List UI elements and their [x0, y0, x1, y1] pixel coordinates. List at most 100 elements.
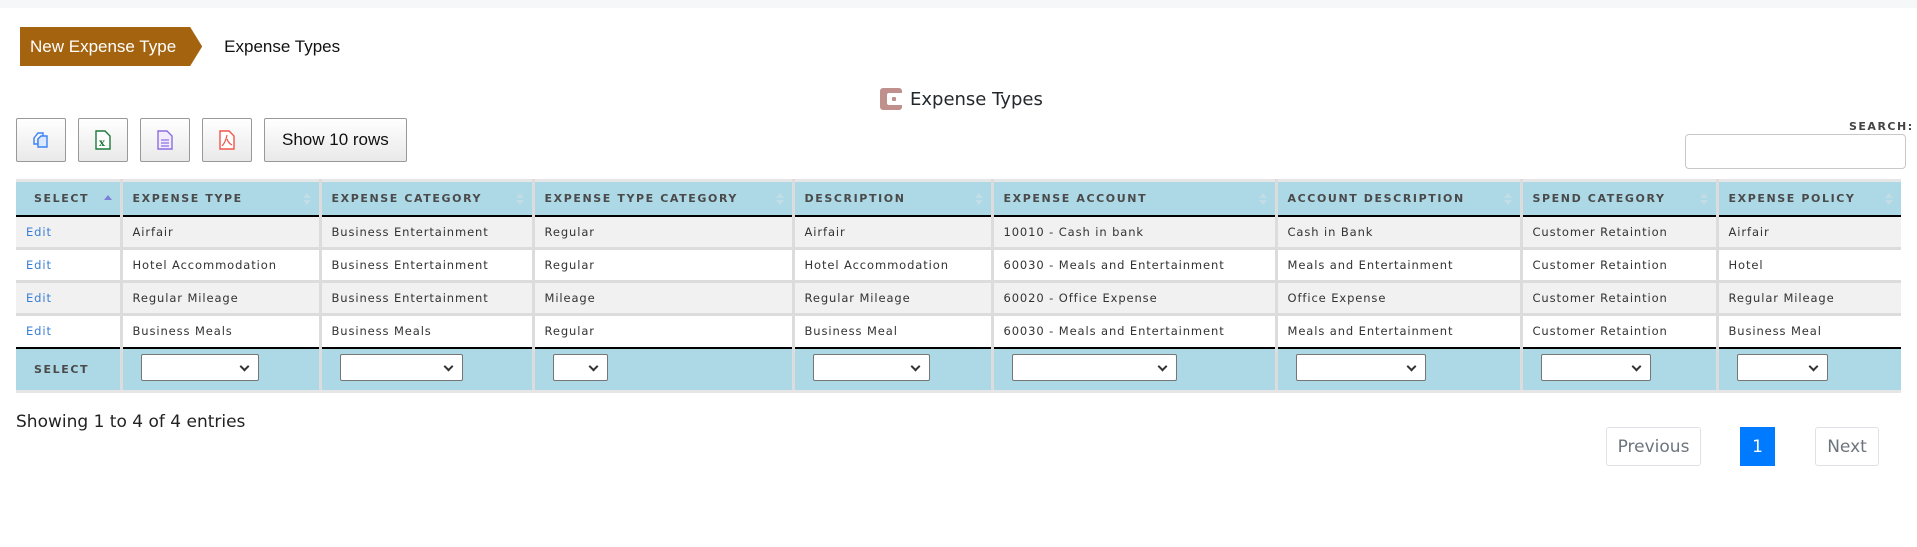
- column-header-spend-category[interactable]: SPEND CATEGORY: [1521, 180, 1719, 217]
- column-filter-select[interactable]: [812, 353, 930, 381]
- column-header-label: EXPENSE TYPE CATEGORY: [544, 191, 738, 205]
- table-cell: Hotel: [1717, 248, 1901, 283]
- top-strip: [0, 0, 1917, 8]
- filter-row: SELECT: [16, 347, 1901, 393]
- table-cell: 10010 - Cash in bank: [992, 215, 1278, 250]
- pdf-button[interactable]: [202, 118, 252, 162]
- column-header-label: EXPENSE ACCOUNT: [1003, 191, 1148, 205]
- table-cell: 60020 - Office Expense: [992, 281, 1278, 316]
- column-header-label: ACCOUNT DESCRIPTION: [1287, 191, 1465, 205]
- table-cell: Regular: [533, 248, 795, 283]
- search-label: SEARCH:: [1849, 120, 1914, 133]
- document-icon: [157, 130, 173, 150]
- sort-ascending-icon: [103, 193, 112, 207]
- column-header-label: EXPENSE TYPE: [132, 191, 243, 205]
- previous-page-button[interactable]: Previous: [1606, 427, 1701, 466]
- action-cell: Edit: [16, 248, 123, 283]
- show-rows-button[interactable]: Show 10 rows: [264, 118, 407, 162]
- sort-icon: [1699, 193, 1708, 207]
- edit-link[interactable]: Edit: [26, 225, 52, 239]
- action-cell: Edit: [16, 314, 123, 349]
- sort-icon: [1503, 193, 1512, 207]
- column-header-expense-policy[interactable]: EXPENSE POLICY: [1717, 180, 1901, 217]
- expense-types-table: SELECT EXPENSE TYPE EXPENSE CATEGORY EXPENS…: [16, 179, 1901, 393]
- wallet-icon: [880, 88, 902, 110]
- table-cell: Meals and Entertainment: [1276, 314, 1523, 349]
- column-filter-select[interactable]: [1295, 353, 1426, 381]
- column-header-label: SELECT: [34, 191, 90, 205]
- table-cell: 60030 - Meals and Entertainment: [992, 248, 1278, 283]
- edit-link[interactable]: Edit: [26, 291, 52, 305]
- column-header-label: SPEND CATEGORY: [1532, 191, 1666, 205]
- table-cell: Business Meal: [793, 314, 994, 349]
- edit-link[interactable]: Edit: [26, 324, 52, 338]
- filter-cell: [1717, 347, 1901, 393]
- table-cell: Airfair: [793, 215, 994, 250]
- table-cell: Business Meals: [121, 314, 322, 349]
- filter-cell: [793, 347, 994, 393]
- column-filter-select[interactable]: [552, 353, 608, 381]
- column-header-label: DESCRIPTION: [804, 191, 906, 205]
- column-header-expense-type[interactable]: EXPENSE TYPE: [121, 180, 322, 217]
- filter-cell: [121, 347, 322, 393]
- table-cell: Meals and Entertainment: [1276, 248, 1523, 283]
- column-filter-select[interactable]: [1736, 353, 1828, 381]
- table-row: Edit Business Meals Business Meals Regular B…: [16, 314, 1901, 349]
- table-cell: Hotel Accommodation: [793, 248, 994, 283]
- column-filter-select[interactable]: [1540, 353, 1651, 381]
- table-cell: Airfair: [1717, 215, 1901, 250]
- filter-row-label: SELECT: [16, 347, 123, 393]
- table-cell: Customer Retaintion: [1521, 248, 1719, 283]
- csv-button[interactable]: [140, 118, 190, 162]
- table-cell: Customer Retaintion: [1521, 281, 1719, 316]
- table-cell: Regular Mileage: [793, 281, 994, 316]
- breadcrumb-new-expense-type[interactable]: New Expense Type: [20, 27, 202, 66]
- column-header-expense-account[interactable]: EXPENSE ACCOUNT: [992, 180, 1278, 217]
- column-header-expense-category[interactable]: EXPENSE CATEGORY: [320, 180, 535, 217]
- svg-text:x: x: [99, 138, 106, 149]
- table-cell: Business Meals: [320, 314, 535, 349]
- table-cell: Cash in Bank: [1276, 215, 1523, 250]
- table-cell: Mileage: [533, 281, 795, 316]
- table-cell: Hotel Accommodation: [121, 248, 322, 283]
- column-header-expense-type-category[interactable]: EXPENSE TYPE CATEGORY: [533, 180, 795, 217]
- column-filter-select[interactable]: [1011, 353, 1177, 381]
- excel-button[interactable]: x: [78, 118, 128, 162]
- table-cell: 60030 - Meals and Entertainment: [992, 314, 1278, 349]
- table-row: Edit Hotel Accommodation Business Entertai…: [16, 248, 1901, 283]
- table-row: Edit Regular Mileage Business Entertainmen…: [16, 281, 1901, 316]
- action-cell: Edit: [16, 281, 123, 316]
- column-header-description[interactable]: DESCRIPTION: [793, 180, 994, 217]
- filter-cell: [320, 347, 535, 393]
- page-1-button[interactable]: 1: [1740, 427, 1775, 466]
- copy-button[interactable]: [16, 118, 66, 162]
- column-filter-select[interactable]: [339, 353, 463, 381]
- table-cell: Business Meal: [1717, 314, 1901, 349]
- sort-icon: [302, 193, 311, 207]
- sort-icon: [1258, 193, 1267, 207]
- table-cell: Customer Retaintion: [1521, 215, 1719, 250]
- excel-icon: x: [95, 130, 111, 150]
- export-toolbar: x Show 10 rows: [16, 118, 407, 162]
- table-cell: Regular Mileage: [121, 281, 322, 316]
- copy-icon: [33, 132, 48, 148]
- breadcrumb-expense-types[interactable]: Expense Types: [224, 37, 340, 57]
- sort-icon: [515, 193, 524, 207]
- filter-cell: [533, 347, 795, 393]
- sort-icon: [1885, 193, 1893, 207]
- table-row: Edit Airfair Business Entertainment Regular…: [16, 215, 1901, 250]
- table-cell: Business Entertainment: [320, 248, 535, 283]
- next-page-button[interactable]: Next: [1815, 427, 1879, 466]
- edit-link[interactable]: Edit: [26, 258, 52, 272]
- table-cell: Regular Mileage: [1717, 281, 1901, 316]
- pdf-icon: [219, 130, 235, 150]
- column-header-select[interactable]: SELECT: [16, 180, 123, 217]
- table-cell: Airfair: [121, 215, 322, 250]
- search-input[interactable]: [1685, 134, 1906, 169]
- column-header-account-description[interactable]: ACCOUNT DESCRIPTION: [1276, 180, 1523, 217]
- table-cell: Business Entertainment: [320, 281, 535, 316]
- column-filter-select[interactable]: [140, 353, 259, 381]
- sort-icon: [974, 193, 983, 207]
- breadcrumb: New Expense Type Expense Types: [20, 27, 340, 66]
- table-cell: Regular: [533, 314, 795, 349]
